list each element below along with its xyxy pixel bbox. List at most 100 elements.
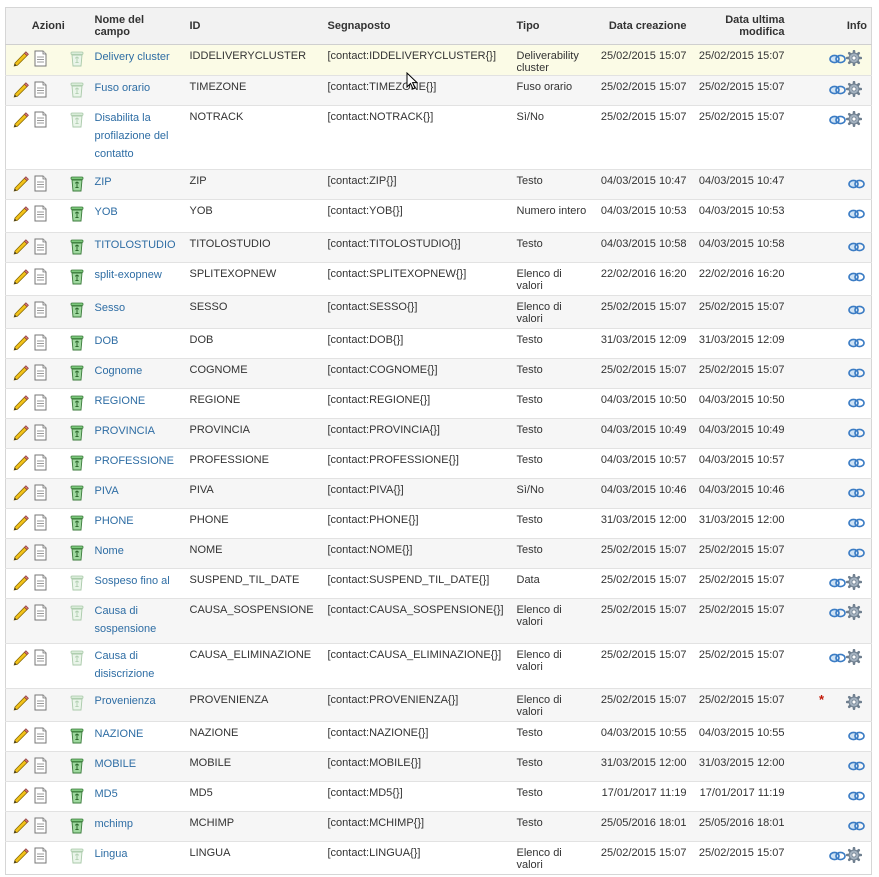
link-chain-icon[interactable]: [829, 114, 846, 129]
field-name-link[interactable]: Lingua: [95, 845, 128, 863]
link-chain-icon[interactable]: [848, 487, 865, 502]
field-name-link[interactable]: NAZIONE: [95, 725, 144, 743]
trash-icon[interactable]: [69, 334, 85, 354]
edit-pencil-icon[interactable]: [12, 694, 30, 714]
link-chain-icon[interactable]: [829, 53, 846, 68]
link-chain-icon[interactable]: [848, 457, 865, 472]
field-name-link[interactable]: MD5: [95, 785, 118, 803]
edit-pencil-icon[interactable]: [12, 111, 30, 131]
link-chain-icon[interactable]: [848, 730, 865, 745]
field-name-link[interactable]: Cognome: [95, 362, 143, 380]
gear-icon[interactable]: [845, 693, 863, 713]
edit-pencil-icon[interactable]: [12, 394, 30, 414]
document-icon[interactable]: [33, 604, 48, 624]
field-name-link[interactable]: ZIP: [95, 173, 112, 191]
edit-pencil-icon[interactable]: [12, 847, 30, 867]
document-icon[interactable]: [33, 757, 48, 777]
field-name-link[interactable]: Causa di disiscrizione: [95, 647, 182, 683]
document-icon[interactable]: [33, 649, 48, 669]
field-name-link[interactable]: REGIONE: [95, 392, 146, 410]
edit-pencil-icon[interactable]: [12, 364, 30, 384]
document-icon[interactable]: [33, 205, 48, 225]
edit-pencil-icon[interactable]: [12, 484, 30, 504]
edit-pencil-icon[interactable]: [12, 175, 30, 195]
link-chain-icon[interactable]: [848, 820, 865, 835]
link-chain-icon[interactable]: [848, 760, 865, 775]
field-name-link[interactable]: Delivery cluster: [95, 48, 170, 66]
header-tipo[interactable]: Tipo: [512, 7, 591, 45]
header-nome-campo[interactable]: Nome del campo: [90, 7, 186, 45]
edit-pencil-icon[interactable]: [12, 514, 30, 534]
field-name-link[interactable]: Sesso: [95, 299, 126, 317]
link-chain-icon[interactable]: [848, 241, 865, 256]
trash-icon[interactable]: [69, 424, 85, 444]
gear-icon[interactable]: [845, 603, 863, 623]
trash-icon[interactable]: [69, 727, 85, 747]
field-name-link[interactable]: DOB: [95, 332, 119, 350]
link-chain-icon[interactable]: [829, 850, 846, 865]
document-icon[interactable]: [33, 847, 48, 867]
field-name-link[interactable]: Sospeso fino al: [95, 572, 170, 590]
header-segnaposto[interactable]: Segnaposto: [323, 7, 513, 45]
document-icon[interactable]: [33, 817, 48, 837]
trash-icon[interactable]: [69, 484, 85, 504]
document-icon[interactable]: [33, 364, 48, 384]
edit-pencil-icon[interactable]: [12, 268, 30, 288]
trash-icon[interactable]: [69, 238, 85, 258]
link-chain-icon[interactable]: [848, 427, 865, 442]
gear-icon[interactable]: [845, 573, 863, 593]
edit-pencil-icon[interactable]: [12, 238, 30, 258]
header-data-modifica[interactable]: Data ultima modifica: [690, 7, 789, 45]
edit-pencil-icon[interactable]: [12, 334, 30, 354]
field-name-link[interactable]: PHONE: [95, 512, 134, 530]
document-icon[interactable]: [33, 394, 48, 414]
trash-icon[interactable]: [69, 364, 85, 384]
trash-icon[interactable]: [69, 757, 85, 777]
edit-pencil-icon[interactable]: [12, 205, 30, 225]
link-chain-icon[interactable]: [829, 607, 846, 622]
edit-pencil-icon[interactable]: [12, 604, 30, 624]
document-icon[interactable]: [33, 268, 48, 288]
link-chain-icon[interactable]: [829, 652, 846, 667]
link-chain-icon[interactable]: [848, 790, 865, 805]
edit-pencil-icon[interactable]: [12, 50, 30, 70]
edit-pencil-icon[interactable]: [12, 301, 30, 321]
trash-icon[interactable]: [69, 817, 85, 837]
document-icon[interactable]: [33, 238, 48, 258]
edit-pencil-icon[interactable]: [12, 817, 30, 837]
document-icon[interactable]: [33, 727, 48, 747]
field-name-link[interactable]: MOBILE: [95, 755, 137, 773]
document-icon[interactable]: [33, 454, 48, 474]
trash-icon[interactable]: [69, 514, 85, 534]
edit-pencil-icon[interactable]: [12, 757, 30, 777]
field-name-link[interactable]: YOB: [95, 203, 118, 221]
document-icon[interactable]: [33, 301, 48, 321]
field-name-link[interactable]: Disabilita la profilazione del contatto: [95, 109, 182, 163]
link-chain-icon[interactable]: [848, 304, 865, 319]
link-chain-icon[interactable]: [848, 397, 865, 412]
link-chain-icon[interactable]: [829, 84, 846, 99]
link-chain-icon[interactable]: [848, 178, 865, 193]
document-icon[interactable]: [33, 544, 48, 564]
document-icon[interactable]: [33, 334, 48, 354]
document-icon[interactable]: [33, 514, 48, 534]
document-icon[interactable]: [33, 787, 48, 807]
document-icon[interactable]: [33, 484, 48, 504]
trash-icon[interactable]: [69, 454, 85, 474]
document-icon[interactable]: [33, 694, 48, 714]
edit-pencil-icon[interactable]: [12, 424, 30, 444]
link-chain-icon[interactable]: [848, 547, 865, 562]
trash-icon[interactable]: [69, 301, 85, 321]
field-name-link[interactable]: Causa di sospensione: [95, 602, 182, 638]
document-icon[interactable]: [33, 81, 48, 101]
trash-icon[interactable]: [69, 787, 85, 807]
link-chain-icon[interactable]: [848, 517, 865, 532]
edit-pencil-icon[interactable]: [12, 727, 30, 747]
link-chain-icon[interactable]: [848, 208, 865, 223]
gear-icon[interactable]: [845, 846, 863, 866]
field-name-link[interactable]: TITOLOSTUDIO: [95, 236, 176, 254]
gear-icon[interactable]: [845, 49, 863, 69]
link-chain-icon[interactable]: [829, 577, 846, 592]
gear-icon[interactable]: [845, 80, 863, 100]
field-name-link[interactable]: Nome: [95, 542, 124, 560]
